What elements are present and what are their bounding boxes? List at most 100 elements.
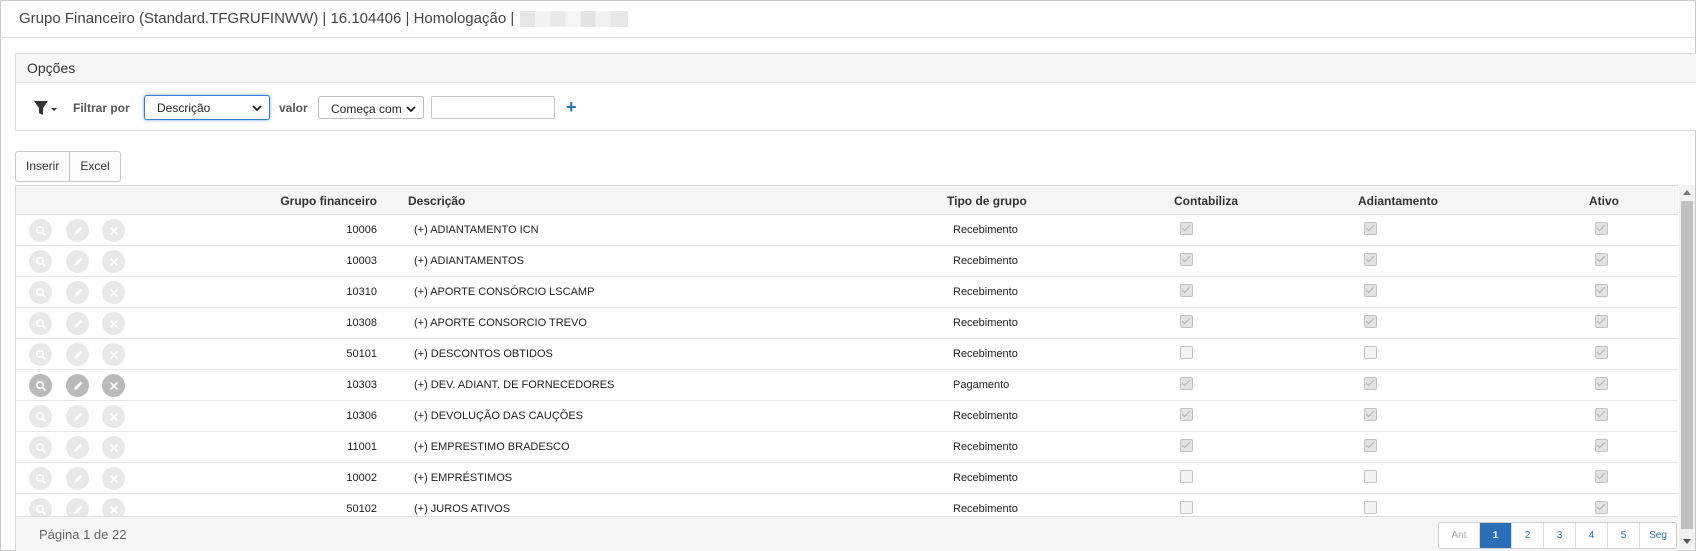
table-row[interactable]: 10002 (+) EMPRÉSTIMOS Recebimento xyxy=(16,463,1678,494)
advance-checkbox xyxy=(1364,284,1377,297)
column-header-active[interactable]: Ativo xyxy=(1589,194,1619,208)
edit-icon[interactable] xyxy=(66,436,89,459)
previous-page-button[interactable]: Ant xyxy=(1439,523,1479,548)
table-row[interactable]: 10003 (+) ADIANTAMENTOS Recebimento xyxy=(16,246,1678,277)
active-checkbox xyxy=(1595,222,1608,235)
active-checkbox xyxy=(1595,501,1608,514)
page-button-4[interactable]: 4 xyxy=(1575,523,1607,548)
delete-icon[interactable] xyxy=(102,436,125,459)
advance-checkbox xyxy=(1364,408,1377,421)
active-checkbox xyxy=(1595,408,1608,421)
operator-select[interactable]: Começa com xyxy=(318,96,424,119)
view-icon[interactable] xyxy=(29,219,52,242)
table-row[interactable]: 50101 (+) DESCONTOS OBTIDOS Recebimento xyxy=(16,339,1678,370)
cell-type: Recebimento xyxy=(953,348,1018,360)
options-header[interactable]: Opções xyxy=(16,54,1696,83)
edit-icon[interactable] xyxy=(66,312,89,335)
edit-icon[interactable] xyxy=(66,281,89,304)
edit-icon[interactable] xyxy=(66,250,89,273)
edit-icon[interactable] xyxy=(66,219,89,242)
cell-description: (+) JUROS ATIVOS xyxy=(414,503,511,515)
delete-icon[interactable] xyxy=(102,467,125,490)
scroll-up-icon[interactable] xyxy=(1683,190,1691,195)
accounting-checkbox xyxy=(1180,346,1193,359)
delete-icon[interactable] xyxy=(102,281,125,304)
grid-rows: 10006 (+) ADIANTAMENTO ICN Recebimento 1000… xyxy=(16,215,1678,525)
column-header-advance[interactable]: Adiantamento xyxy=(1358,194,1438,208)
next-page-button[interactable]: Seg xyxy=(1639,523,1676,548)
edit-icon[interactable] xyxy=(66,467,89,490)
active-checkbox xyxy=(1595,284,1608,297)
view-icon[interactable] xyxy=(29,281,52,304)
cell-code: 10310 xyxy=(346,286,377,298)
cell-type: Recebimento xyxy=(953,472,1018,484)
table-row[interactable]: 10303 (+) DEV. ADIANT. DE FORNECEDORES Pag… xyxy=(16,370,1678,401)
page-button-5[interactable]: 5 xyxy=(1607,523,1639,548)
delete-icon[interactable] xyxy=(102,219,125,242)
page-button-3[interactable]: 3 xyxy=(1543,523,1575,548)
operator-value: Começa com xyxy=(331,102,402,116)
redacted-user xyxy=(520,10,629,27)
edit-icon[interactable] xyxy=(66,343,89,366)
view-icon[interactable] xyxy=(29,374,52,397)
plus-icon[interactable]: + xyxy=(566,97,577,118)
cell-code: 10002 xyxy=(346,472,377,484)
delete-icon[interactable] xyxy=(102,312,125,335)
cell-description: (+) DEVOLUÇÃO DAS CAUÇÕES xyxy=(414,410,584,422)
cell-code: 50101 xyxy=(346,348,377,360)
cell-type: Recebimento xyxy=(953,317,1018,329)
filter-field-select[interactable]: Descrição xyxy=(144,95,270,120)
cell-description: (+) EMPRESTIMO BRADESCO xyxy=(414,441,570,453)
view-icon[interactable] xyxy=(29,467,52,490)
cell-description: (+) EMPRÉSTIMOS xyxy=(414,472,513,484)
table-row[interactable]: 10006 (+) ADIANTAMENTO ICN Recebimento xyxy=(16,215,1678,246)
cell-type: Recebimento xyxy=(953,224,1018,236)
scroll-thumb[interactable] xyxy=(1681,201,1693,529)
filter-value-input[interactable] xyxy=(431,96,555,119)
advance-checkbox xyxy=(1364,501,1377,514)
filter-field-value: Descrição xyxy=(157,101,211,115)
delete-icon[interactable] xyxy=(102,405,125,428)
scroll-down-icon[interactable] xyxy=(1683,539,1691,544)
advance-checkbox xyxy=(1364,439,1377,452)
cell-code: 11001 xyxy=(347,441,377,453)
advance-checkbox xyxy=(1364,470,1377,483)
filter-icon[interactable] xyxy=(32,98,60,118)
delete-icon[interactable] xyxy=(102,343,125,366)
active-checkbox xyxy=(1595,470,1608,483)
delete-icon[interactable] xyxy=(102,250,125,273)
column-header-accounting[interactable]: Contabiliza xyxy=(1174,194,1238,208)
table-row[interactable]: 10306 (+) DEVOLUÇÃO DAS CAUÇÕES Recebiment… xyxy=(16,401,1678,432)
active-checkbox xyxy=(1595,315,1608,328)
delete-icon[interactable] xyxy=(102,374,125,397)
table-row[interactable]: 11001 (+) EMPRESTIMO BRADESCO Recebimento xyxy=(16,432,1678,463)
view-icon[interactable] xyxy=(29,343,52,366)
insert-button[interactable]: Inserir xyxy=(16,152,69,181)
page-button-1[interactable]: 1 xyxy=(1479,523,1511,548)
view-icon[interactable] xyxy=(29,436,52,459)
data-grid: Grupo financeiro Descrição Tipo de grupo… xyxy=(15,185,1678,551)
cell-description: (+) ADIANTAMENTO ICN xyxy=(414,224,539,236)
view-icon[interactable] xyxy=(29,250,52,273)
edit-icon[interactable] xyxy=(66,405,89,428)
vertical-scrollbar[interactable] xyxy=(1679,185,1695,549)
view-icon[interactable] xyxy=(29,405,52,428)
column-header-type[interactable]: Tipo de grupo xyxy=(947,194,1027,208)
page-button-2[interactable]: 2 xyxy=(1511,523,1543,548)
accounting-checkbox xyxy=(1180,377,1193,390)
edit-icon[interactable] xyxy=(66,374,89,397)
cell-type: Recebimento xyxy=(953,441,1018,453)
table-row[interactable]: 10310 (+) APORTE CONSÓRCIO LSCAMP Recebime… xyxy=(16,277,1678,308)
cell-description: (+) APORTE CONSORCIO TREVO xyxy=(414,317,587,329)
cell-description: (+) APORTE CONSÓRCIO LSCAMP xyxy=(414,286,595,298)
chevron-down-icon xyxy=(252,105,262,112)
view-icon[interactable] xyxy=(29,312,52,335)
advance-checkbox xyxy=(1364,315,1377,328)
pagination: Ant 1 2 3 4 5 Seg xyxy=(1438,522,1677,549)
table-row[interactable]: 10308 (+) APORTE CONSORCIO TREVO Recebimen… xyxy=(16,308,1678,339)
column-header-description[interactable]: Descrição xyxy=(408,194,465,208)
accounting-checkbox xyxy=(1180,284,1193,297)
chevron-down-icon xyxy=(406,106,416,113)
excel-button[interactable]: Excel xyxy=(69,152,119,181)
column-header-code[interactable]: Grupo financeiro xyxy=(280,194,377,208)
